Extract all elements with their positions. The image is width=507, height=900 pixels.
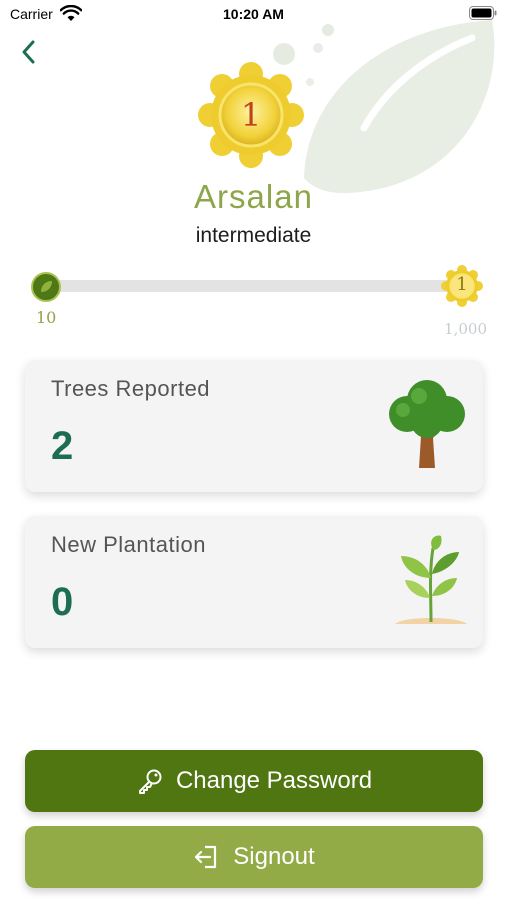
user-name: Arsalan: [194, 178, 313, 215]
signout-icon: [195, 845, 217, 869]
progress-end-rank: 1: [456, 274, 468, 295]
new-plantation-card[interactable]: New Plantation 0: [25, 516, 483, 648]
level-progress-bar: [46, 280, 462, 292]
trees-reported-title: Trees Reported: [51, 376, 211, 401]
leaf-badge-icon: [31, 272, 61, 302]
progress-max-label: 1,000: [444, 320, 487, 338]
trees-reported-card[interactable]: Trees Reported 2: [25, 360, 483, 492]
back-button[interactable]: [14, 38, 44, 68]
progress-min-label: 10: [36, 308, 57, 327]
key-icon: [138, 769, 162, 794]
chevron-left-icon: [22, 40, 35, 64]
tree-icon: [385, 378, 469, 475]
signout-label: Signout: [233, 843, 315, 870]
change-password-button[interactable]: Change Password: [25, 750, 483, 812]
user-level: intermediate: [195, 224, 312, 247]
rank-number: 1: [240, 96, 262, 134]
trees-reported-value: 2: [51, 424, 74, 468]
signout-button[interactable]: Signout: [25, 826, 483, 888]
new-plantation-title: New Plantation: [51, 532, 206, 557]
sprout-icon: [393, 534, 469, 631]
change-password-label: Change Password: [175, 767, 373, 794]
new-plantation-value: 0: [51, 580, 74, 624]
